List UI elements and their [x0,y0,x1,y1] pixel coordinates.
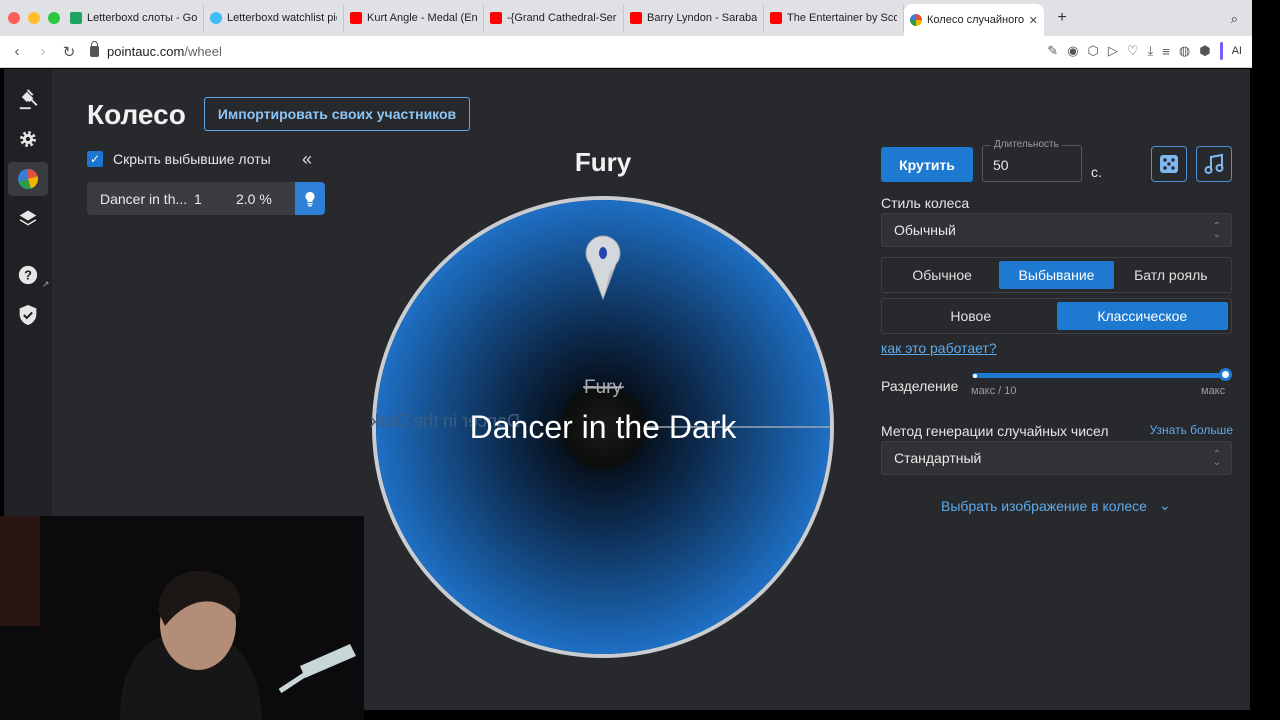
slider-start-dot [973,374,977,378]
lock-icon [90,41,99,57]
heart-icon[interactable]: ♡ [1127,43,1139,59]
browser-tab[interactable]: Letterboxd watchlist pic [204,4,344,32]
how-it-works-link[interactable]: как это работает? [881,340,997,356]
random-dice-button[interactable] [1151,146,1187,182]
music-button[interactable] [1196,146,1232,182]
wheel-style-select[interactable]: Обычный ⌃ ⌄ [881,213,1232,247]
hide-eliminated-label: Скрыть выбывшие лоты [113,151,271,167]
mode-option-battle-royale[interactable]: Батл рояль [1114,261,1228,289]
duration-label: Длительность [991,139,1062,150]
split-min-label: макс / 10 [971,385,1017,397]
lot-name: Dancer in th... [100,190,188,207]
mode-toggle-group: Обычное Выбывание Батл рояль [881,257,1232,293]
split-slider-thumb[interactable] [1219,368,1232,381]
split-slider-track[interactable] [972,373,1225,378]
split-label: Разделение [881,378,959,394]
forward-button[interactable]: › [30,43,56,60]
url-field[interactable]: pointauc.com/wheel [90,41,222,59]
prize-wheel[interactable]: Dancer in the Dark Fury Dancer in the Da… [370,172,836,664]
browser-tab[interactable]: Letterboxd слоты - Goog [64,4,204,32]
help-icon[interactable]: ? [16,263,40,287]
learn-more-link[interactable]: Узнать больше [1150,423,1233,437]
youtube-favicon-icon [350,12,362,24]
music-note-icon [1204,153,1224,174]
browser-tab[interactable]: Barry Lyndon - Saraband [624,4,764,32]
split-max-label: макс [1201,385,1226,397]
new-tab-button[interactable]: + [1050,9,1074,27]
mode-option-normal[interactable]: Обычное [885,261,999,289]
current-selection-label: Dancer in the Dark [470,409,738,445]
import-participants-button[interactable]: Импортировать своих участников [204,97,470,131]
youtube-favicon-icon [630,12,642,24]
ai-button[interactable]: AI [1232,45,1242,57]
lightbulb-icon[interactable] [295,182,325,215]
menu-icon[interactable]: ≡ [1162,44,1170,59]
settings-gear-icon[interactable] [16,127,40,151]
choose-wheel-image-label: Выбрать изображение в колесе [941,497,1147,514]
chevron-down-icon: ⌄ [1158,497,1171,513]
duration-value[interactable]: 50 [993,157,1009,173]
letterboxd-favicon-icon [210,12,222,24]
wheel-pie-icon[interactable] [8,162,48,196]
select-arrows-icon: ⌃ ⌄ [1212,449,1221,468]
camera-icon[interactable]: ◉ [1067,43,1078,59]
extension-icon[interactable]: ⬢ [1199,43,1210,59]
mode-option-elimination[interactable]: Выбывание [999,261,1114,289]
youtube-favicon-icon [770,12,782,24]
url-host: pointauc.com [107,44,185,59]
spin-button[interactable]: Крутить [881,147,973,182]
rng-method-value: Стандартный [894,450,982,466]
shield-icon[interactable]: ⬡ [1088,43,1099,59]
duration-unit: с. [1091,164,1102,180]
back-button[interactable]: ‹ [4,43,30,60]
edit-icon[interactable]: ✎ [1047,43,1058,59]
layers-icon[interactable] [16,206,40,230]
webcam-overlay [0,516,364,720]
page-title: Колесо [87,99,186,130]
wheel-style-value: Обычный [894,222,956,238]
profile-icon[interactable]: ◍ [1179,43,1190,59]
play-icon[interactable]: ▷ [1108,43,1118,59]
reload-button[interactable]: ↻ [56,43,82,61]
maximize-window-button[interactable] [48,12,60,24]
browser-tab[interactable]: Kurt Angle - Medal (Entr [344,4,484,32]
toolbar-divider [1219,42,1223,60]
svg-text:?: ? [24,268,32,283]
browser-tab-active[interactable]: Колесо случайного вы✕ [904,4,1044,36]
close-window-button[interactable] [8,12,20,24]
download-icon[interactable]: ⤓ [1148,43,1154,59]
variant-toggle-group: Новое Классическое [881,298,1232,334]
hide-eliminated-toggle[interactable]: ✓ Скрыть выбывшие лоты [87,151,271,167]
choose-wheel-image-toggle[interactable]: Выбрать изображение в колесе ⌄ [941,497,1171,514]
wheel-favicon-icon [910,14,922,26]
checkbox-checked-icon[interactable]: ✓ [87,151,103,167]
browser-tab-bar: Letterboxd слоты - Goog Letterboxd watch… [0,0,1252,36]
url-path: /wheel [184,44,222,59]
rng-method-select[interactable]: Стандартный ⌃ ⌄ [881,441,1232,475]
minimize-window-button[interactable] [28,12,40,24]
lot-percent: 2.0 % [236,190,272,207]
variant-option-new[interactable]: Новое [885,302,1057,330]
lot-count: 1 [194,190,202,207]
browser-toolbar: ✎ ◉ ⬡ ▷ ♡ ⤓ ≡ ◍ ⬢ AI [1047,42,1242,60]
browser-tab[interactable]: -{Grand Cathedral-Serio [484,4,624,32]
close-tab-icon[interactable]: ✕ [1029,14,1038,27]
tab-search-icon[interactable]: ⌕ [1231,11,1238,27]
variant-option-classic[interactable]: Классическое [1056,302,1228,330]
auction-gavel-icon[interactable] [16,87,40,111]
address-bar-row: ‹ › ↻ pointauc.com/wheel ✎ ◉ ⬡ ▷ ♡ ⤓ ≡ ◍… [0,36,1252,68]
select-arrows-icon: ⌃ ⌄ [1212,221,1221,240]
shield-check-icon[interactable] [16,303,40,327]
collapse-panel-icon[interactable]: « [302,149,312,170]
youtube-favicon-icon [490,12,502,24]
external-link-icon: ↗ [42,279,50,289]
wheel-style-label: Стиль колеса [881,195,970,211]
lot-row[interactable]: Dancer in th... 1 2.0 % [87,182,325,215]
tab-strip: Letterboxd слоты - Goog Letterboxd watch… [64,0,1074,36]
browser-tab[interactable]: The Entertainer by Scott [764,4,904,32]
dice-icon [1160,155,1178,173]
sheets-favicon-icon [70,12,82,24]
window-controls [0,12,64,24]
rng-method-label: Метод генерации случайных чисел [881,423,1109,439]
